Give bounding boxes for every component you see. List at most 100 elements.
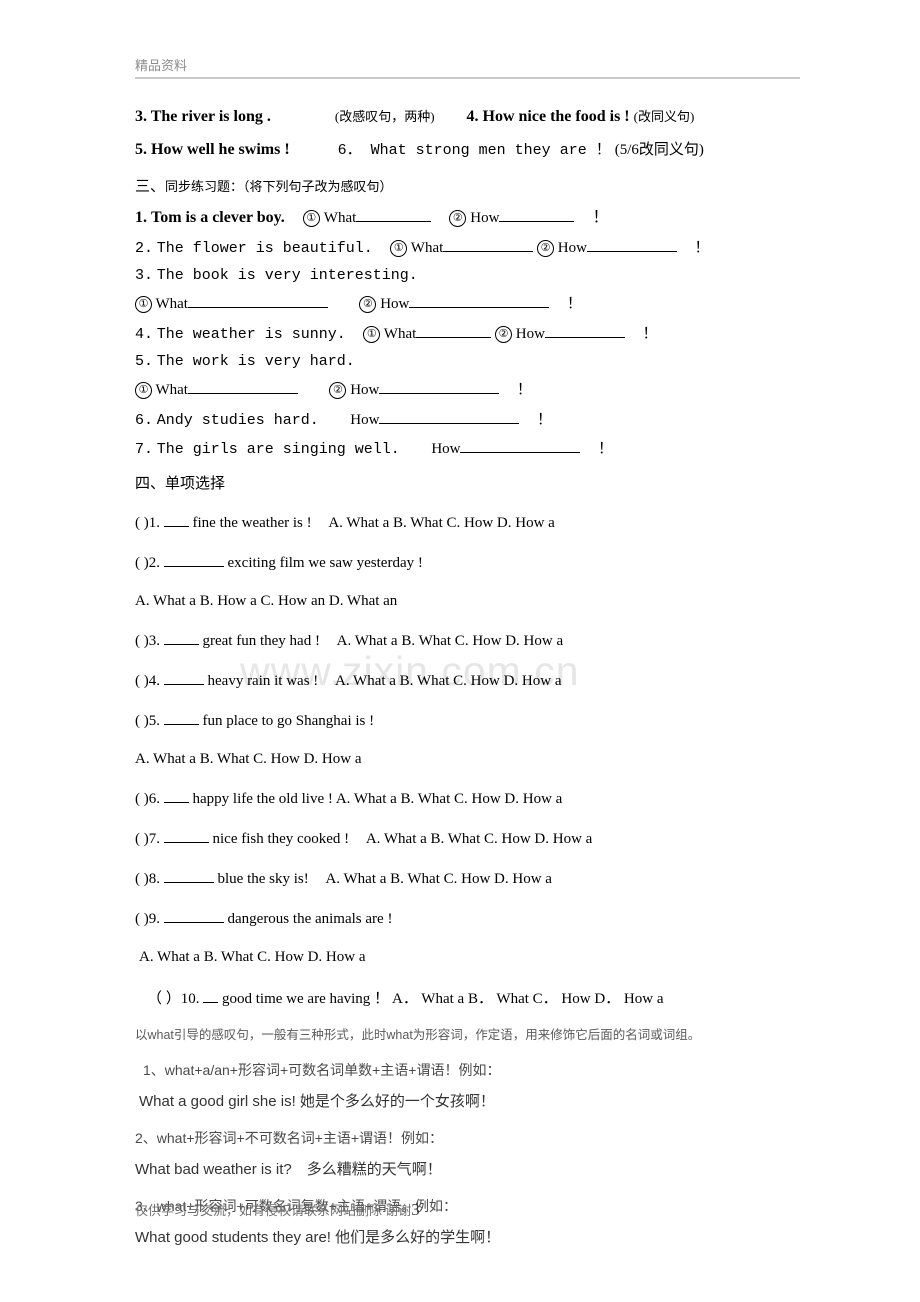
item-5-blank-1[interactable]: [187, 380, 298, 394]
item-6-sentence: Andy studies hard.: [156, 412, 319, 429]
mc-question-5-options[interactable]: A. What a B. What C. How D. How a: [135, 751, 800, 768]
mc-5-stem: fun place to go Shanghai is !: [202, 713, 375, 729]
mc-7-options[interactable]: A. What a B. What C. How D. How a: [366, 831, 593, 847]
item-3-number: 3.: [135, 267, 154, 284]
item-4-number: 4.: [135, 326, 154, 343]
item-1-option-1-word: What: [323, 210, 357, 226]
mc-6-blank[interactable]: [163, 789, 189, 803]
item-5-sentence: The work is very hard.: [156, 353, 355, 370]
item-3-blank-1[interactable]: [187, 294, 328, 308]
mc-9-blank[interactable]: [163, 909, 224, 923]
item-3-option-2-marker: ②: [359, 296, 377, 313]
item-4-option-2-marker: ②: [495, 326, 513, 343]
item-1-option-2-word: How: [470, 210, 500, 226]
section-3-item-5-blanks: ① What ② How ！: [135, 380, 800, 399]
mc-3-marker: ( )3.: [135, 633, 160, 649]
mc-2-blank[interactable]: [163, 553, 224, 567]
question-6-hint: (5/6改同义句): [614, 142, 704, 158]
item-2-blank-1[interactable]: [443, 238, 534, 252]
item-7-option-1-word: How: [431, 441, 461, 457]
item-1-blank-2[interactable]: [499, 208, 575, 222]
item-3-option-2-word: How: [380, 296, 410, 312]
item-6-end-mark: ！: [536, 412, 552, 428]
mc-3-blank[interactable]: [163, 631, 199, 645]
mc-7-blank[interactable]: [163, 829, 209, 843]
mc-question-9: ( )9. dangerous the animals are !: [135, 909, 800, 928]
mc-question-9-options[interactable]: A. What a B. What C. How D. How a: [135, 949, 800, 966]
mc-8-options[interactable]: A. What a B. What C. How D. How a: [325, 871, 552, 887]
mc-3-stem: great fun they had !: [202, 633, 320, 649]
mc-question-3: ( )3. great fun they had ! A. What a B. …: [135, 631, 800, 650]
section-3-hint: （将下列句子改为感叹句）: [243, 179, 393, 194]
item-2-option-2-marker: ②: [537, 240, 555, 257]
item-2-blank-2[interactable]: [586, 238, 677, 252]
item-1-option-1-marker: ①: [302, 210, 320, 227]
item-7-end-mark: ！: [597, 441, 613, 457]
mc-1-options[interactable]: A. What a B. What C. How D. How a: [328, 515, 555, 531]
mc-1-stem: fine the weather is !: [192, 515, 312, 531]
item-3-blank-2[interactable]: [409, 294, 550, 308]
item-2-sentence: The flower is beautiful.: [156, 240, 373, 257]
mc-8-blank[interactable]: [163, 869, 214, 883]
item-4-blank-2[interactable]: [544, 324, 625, 338]
section-3-item-4: 4. The weather is sunny. ① What ② How ！: [135, 324, 800, 343]
item-2-option-2-word: How: [557, 240, 587, 256]
mc-10-options[interactable]: A． What a B． What C． How D． How a: [392, 991, 664, 1007]
mc-4-stem: heavy rain it was !: [207, 673, 319, 689]
item-6-number: 6.: [135, 412, 154, 429]
section-3-item-1: 1. Tom is a clever boy. ① What ② How ！: [135, 208, 800, 227]
question-5-text: 5. How well he swims !: [135, 141, 290, 158]
mc-question-7: ( )7. nice fish they cooked ! A. What a …: [135, 829, 800, 848]
item-4-option-2-word: How: [515, 326, 545, 342]
mc-4-options[interactable]: A. What a B. What C. How D. How a: [335, 673, 562, 689]
mc-9-marker: ( )9.: [135, 911, 160, 927]
mc-8-marker: ( )8.: [135, 871, 160, 887]
item-7-blank-1[interactable]: [460, 439, 581, 453]
item-2-option-1-marker: ①: [390, 240, 408, 257]
item-5-blank-2[interactable]: [379, 380, 500, 394]
item-3-option-1-marker: ①: [135, 296, 152, 313]
item-5-option-2-marker: ②: [329, 382, 347, 399]
mc-4-blank[interactable]: [163, 671, 204, 685]
item-5-option-1-marker: ①: [135, 382, 152, 399]
mc-question-6: ( )6. happy life the old live ! A. What …: [135, 789, 800, 808]
document-header: 精品资料: [135, 0, 800, 79]
notes-intro: 以what引导的感叹句，一般有三种形式，此时what为形容词，作定语，用来修饰它…: [135, 1028, 701, 1042]
mc-question-2-options[interactable]: A. What a B. How a C. How an D. What an: [135, 593, 800, 610]
item-2-number: 2.: [135, 240, 154, 257]
footer-text: 仅供学习与交流，如有侵权请联系网站删除 谢谢: [135, 1203, 412, 1218]
item-4-sentence: The weather is sunny.: [156, 326, 346, 343]
mc-5-marker: ( )5.: [135, 713, 160, 729]
item-3-end-mark: ！: [566, 296, 582, 312]
mc-question-1: ( )1. fine the weather is ! A. What a B.…: [135, 513, 800, 532]
question-3-text: 3. The river is long .: [135, 108, 271, 125]
item-4-blank-1[interactable]: [416, 324, 492, 338]
item-4-option-1-marker: ①: [363, 326, 381, 343]
section-3-heading: 三、同步练习题：（将下列句子改为感叹句）: [135, 180, 800, 195]
mc-1-blank[interactable]: [163, 513, 189, 527]
document-footer: 仅供学习与交流，如有侵权请联系网站删除 谢谢3: [135, 1200, 420, 1220]
mc-7-stem: nice fish they cooked !: [212, 831, 350, 847]
mc-question-10: （ ）10. good time we are having ！ A． What…: [135, 987, 800, 1008]
mc-10-marker: （ ）10.: [147, 991, 200, 1007]
section-4-number: 四、: [135, 476, 166, 492]
mc-10-blank[interactable]: [203, 989, 219, 1003]
section-3-item-7: 7. The girls are singing well. How ！: [135, 439, 800, 458]
item-4-option-1-word: What: [383, 326, 417, 342]
note-example-2: What bad weather is it? 多么糟糕的天气啊！: [135, 1161, 442, 1178]
section-3-item-3-blanks: ① What ② How ！: [135, 294, 800, 313]
mc-3-options[interactable]: A. What a B. What C. How D. How a: [337, 633, 564, 649]
mc-6-marker: ( )6.: [135, 791, 160, 807]
mc-6-options[interactable]: A. What a B. What C. How D. How a: [336, 791, 563, 807]
item-1-blank-1[interactable]: [356, 208, 432, 222]
item-7-number: 7.: [135, 441, 154, 458]
item-1-number: 1.: [135, 209, 147, 226]
question-4-hint: (改同义句): [633, 109, 695, 124]
mc-5-blank[interactable]: [163, 711, 199, 725]
item-3-sentence: The book is very interesting.: [156, 267, 418, 284]
item-6-blank-1[interactable]: [379, 410, 520, 424]
item-3-option-1-word: What: [155, 296, 188, 312]
mc-2-marker: ( )2.: [135, 555, 160, 571]
document-page: www.zixin.com.cn 精品资料 3. The river is lo…: [0, 0, 920, 1302]
top-exercise-line-2: 5. How well he swims ! 6． What strong me…: [135, 141, 800, 159]
